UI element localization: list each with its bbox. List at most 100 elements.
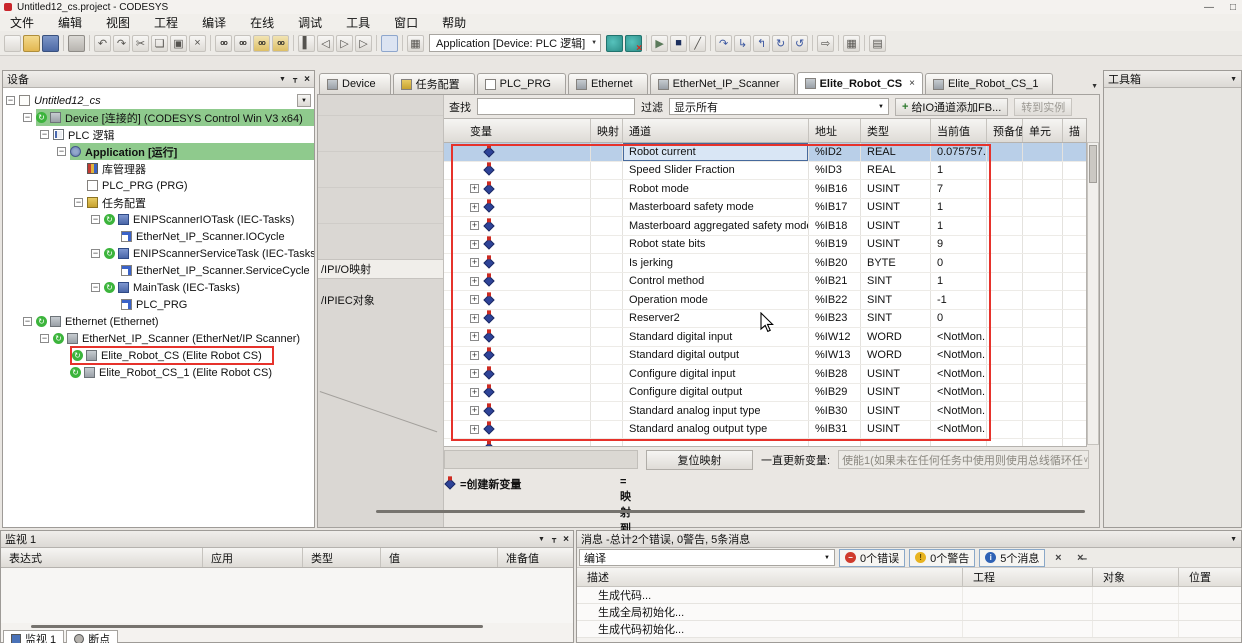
build-options-icon[interactable]: ▦	[407, 35, 424, 52]
always-update-combo[interactable]: 使能1(如果未在任何任务中使用则使用总线循环任 ∨	[838, 450, 1089, 469]
clear-bookmarks-icon[interactable]: ▷	[355, 35, 372, 52]
column-header[interactable]: 表达式	[1, 548, 203, 567]
panel-tab[interactable]: 断点	[66, 630, 118, 643]
expander-icon[interactable]	[40, 130, 49, 139]
tree-item[interactable]: ↻ EtherNet_IP_Scanner.ServiceCycle ▼	[3, 262, 314, 279]
column-header[interactable]: 预备值	[987, 119, 1023, 142]
column-header[interactable]: 应用	[203, 548, 303, 567]
clear-messages-icon[interactable]: ×	[1049, 549, 1067, 567]
tree-item[interactable]: ↻ ENIPScannerIOTask (IEC-Tasks) ▼	[3, 211, 314, 228]
channel-cell[interactable]: Masterboard safety mode	[623, 199, 809, 217]
column-header[interactable]: 准备值	[498, 548, 573, 567]
expander-icon[interactable]	[57, 147, 66, 156]
stop-icon[interactable]: ■	[670, 35, 687, 52]
login-icon[interactable]	[606, 35, 623, 52]
print-icon[interactable]	[68, 35, 85, 52]
next-bookmark-icon[interactable]: ▷	[336, 35, 353, 52]
vertical-scrollbar[interactable]	[1087, 142, 1099, 445]
table-row[interactable]: Masterboard safety mode %IB17 USINT 1	[444, 199, 1086, 218]
menu-item[interactable]: 文件	[10, 14, 34, 31]
pin-icon[interactable]: ┳	[552, 535, 556, 543]
logout-icon[interactable]	[625, 35, 642, 52]
find-in-project-icon[interactable]	[253, 35, 270, 52]
column-header[interactable]: 描述	[577, 568, 963, 586]
expander-icon[interactable]	[470, 277, 479, 286]
channel-cell[interactable]: Standard analog input type	[623, 402, 809, 420]
table-row[interactable]: Standard analog output type %IB31 USINT …	[444, 421, 1086, 440]
tree-item[interactable]: ↻ PLC 逻辑 ▼	[3, 126, 314, 143]
expander-icon[interactable]	[470, 388, 479, 397]
table-row[interactable]: Standard digital input %IW12 WORD <NotMo…	[444, 328, 1086, 347]
add-fb-button[interactable]: + 给IO通道添加FB...	[895, 98, 1008, 116]
column-header[interactable]: 类型	[861, 119, 931, 142]
channel-cell[interactable]: Standard digital input	[623, 328, 809, 346]
editor-tab[interactable]: 任务配置	[393, 73, 475, 94]
step-out-icon[interactable]: ↰	[753, 35, 770, 52]
maximize-button[interactable]: □	[1230, 2, 1236, 13]
tree-item[interactable]: ↻ PLC_PRG ▼	[3, 296, 314, 313]
tree-item[interactable]: ↻ Untitled12_cs ▼	[3, 92, 314, 109]
editor-page-item[interactable]: /IPIEC对象	[318, 291, 443, 311]
channel-cell[interactable]: Speed Slider Fraction	[623, 162, 809, 180]
tree-root-dropdown-icon[interactable]: ▼	[297, 94, 311, 107]
editor-tab[interactable]: Ethernet	[568, 73, 648, 94]
column-header[interactable]: 描	[1063, 119, 1086, 142]
clear-all-messages-icon[interactable]: ×̶	[1071, 549, 1089, 567]
table-row[interactable]	[444, 439, 1086, 446]
previous-bookmark-icon[interactable]: ◁	[317, 35, 334, 52]
expander-icon[interactable]	[470, 295, 479, 304]
menu-item[interactable]: 在线	[250, 14, 274, 31]
message-row[interactable]: 生成代码...	[577, 587, 1241, 604]
panel-tab[interactable]: 监视 1	[3, 630, 64, 643]
menu-item[interactable]: 帮助	[442, 14, 466, 31]
channel-cell[interactable]: Configure digital output	[623, 384, 809, 402]
menu-item[interactable]: 窗口	[394, 14, 418, 31]
column-header[interactable]: 映射	[591, 119, 623, 142]
reset-mapping-button[interactable]: 复位映射	[646, 450, 753, 470]
expander-icon[interactable]	[91, 215, 100, 224]
expander-icon[interactable]	[91, 283, 100, 292]
editor-tab[interactable]: Elite_Robot_CS_1	[925, 73, 1054, 94]
active-application-combo[interactable]: Application [Device: PLC 逻辑] ▼	[429, 34, 601, 52]
channel-cell[interactable]: Standard analog output type	[623, 421, 809, 439]
tab-list-dropdown-icon[interactable]: ▼	[1091, 83, 1098, 90]
filter-combo[interactable]: 显示所有 ▼	[669, 98, 889, 115]
run-to-cursor-icon[interactable]: ↻	[772, 35, 789, 52]
expander-icon[interactable]	[470, 184, 479, 193]
channel-cell[interactable]: Robot mode	[623, 180, 809, 198]
tree-item[interactable]: ↻ Device [连接的] (CODESYS Control Win V3 x…	[3, 109, 314, 126]
warnings-filter-button[interactable]: ! 0个警告	[909, 549, 975, 567]
tree-item[interactable]: ↻ EtherNet_IP_Scanner (EtherNet/IP Scann…	[3, 330, 314, 347]
tree-item[interactable]: ↻ 库管理器 ▼	[3, 160, 314, 177]
channel-cell[interactable]: Masterboard aggregated safety mode	[623, 217, 809, 235]
find-icon[interactable]	[215, 35, 232, 52]
channel-cell[interactable]: Configure digital input	[623, 365, 809, 383]
editor-tab[interactable]: EtherNet_IP_Scanner	[650, 73, 795, 94]
menu-item[interactable]: 编译	[202, 14, 226, 31]
column-header[interactable]: 值	[381, 548, 498, 567]
expander-icon[interactable]	[470, 332, 479, 341]
delete-icon[interactable]: ×	[189, 35, 206, 52]
table-row[interactable]: Reserver2 %IB23 SINT 0	[444, 310, 1086, 329]
expander-icon[interactable]	[470, 240, 479, 249]
table-row[interactable]: Is jerking %IB20 BYTE 0	[444, 254, 1086, 273]
reset-icon[interactable]: ↺	[791, 35, 808, 52]
editor-page-item[interactable]: /IPI/O映射	[318, 259, 443, 279]
close-icon[interactable]: ×	[563, 534, 569, 545]
column-header[interactable]: 地址	[809, 119, 861, 142]
start-icon[interactable]: ▶	[651, 35, 668, 52]
message-row[interactable]: 生成全局初始化...	[577, 604, 1241, 621]
channel-cell[interactable]: Reserver2	[623, 310, 809, 328]
table-row[interactable]: Robot current %ID2 REAL 0.075757...	[444, 143, 1086, 162]
tree-item[interactable]: ↻ Application [运行] ▼	[3, 143, 314, 160]
library-manager-icon[interactable]	[381, 35, 398, 52]
channel-cell[interactable]: Robot state bits	[623, 236, 809, 254]
message-row[interactable]: 生成代码初始化...	[577, 621, 1241, 638]
replace-in-project-icon[interactable]	[272, 35, 289, 52]
table-row[interactable]: Operation mode %IB22 SINT -1	[444, 291, 1086, 310]
menu-item[interactable]: 编辑	[58, 14, 82, 31]
tree-item[interactable]: ↻ Elite_Robot_CS_1 (Elite Robot CS) ▼	[3, 364, 314, 381]
column-header[interactable]: 工程	[963, 568, 1093, 586]
copy-icon[interactable]: ❏	[151, 35, 168, 52]
expander-icon[interactable]	[23, 317, 32, 326]
